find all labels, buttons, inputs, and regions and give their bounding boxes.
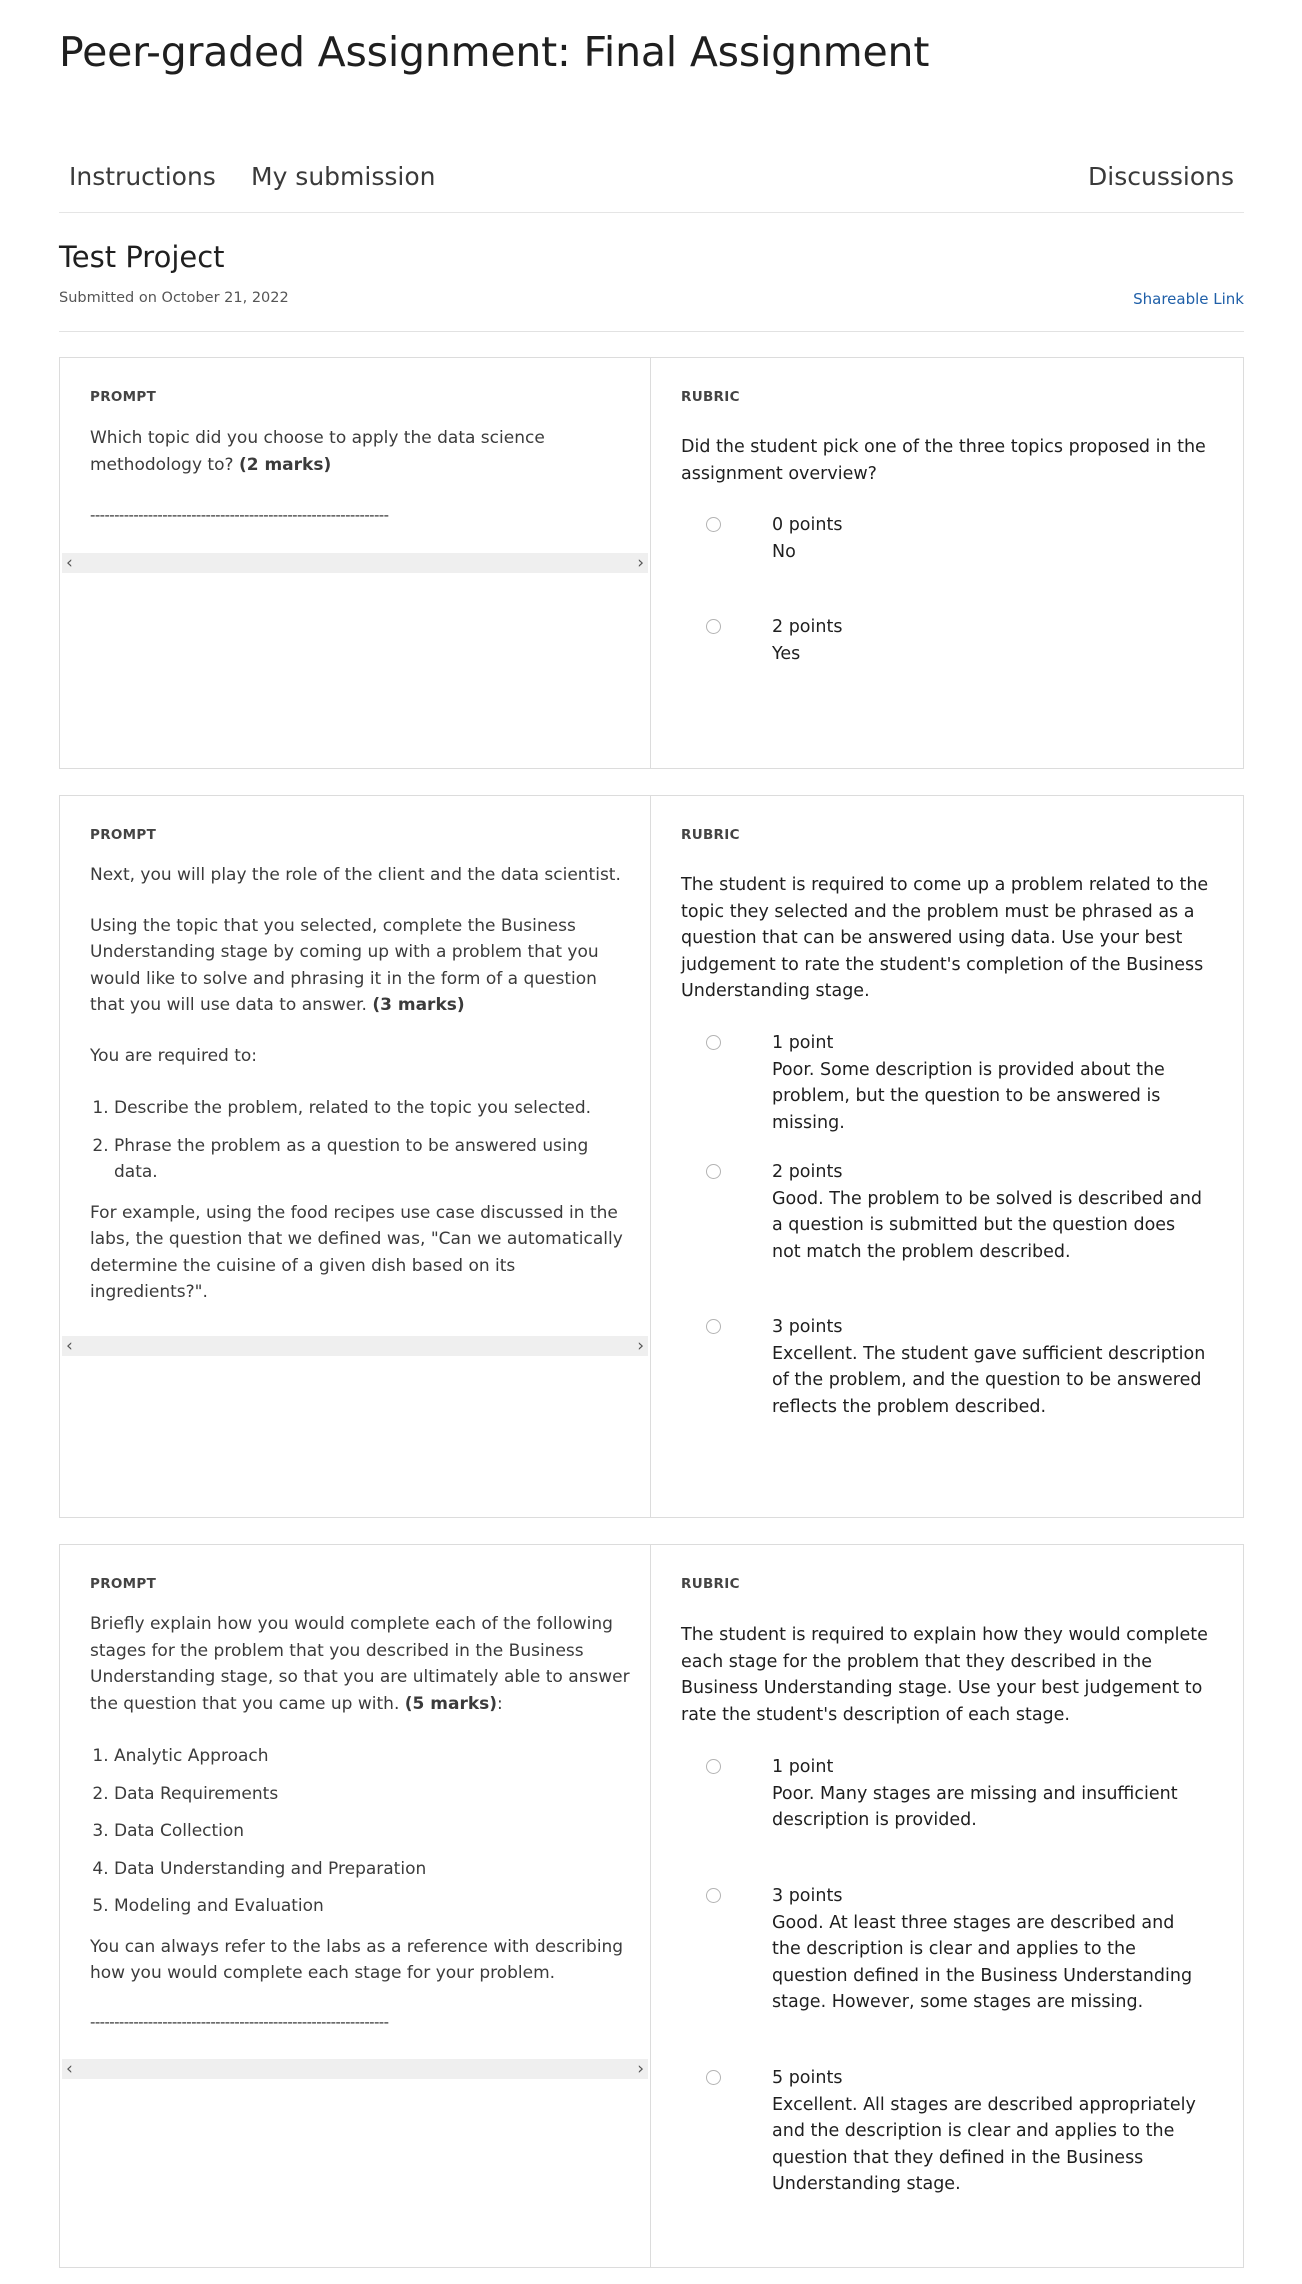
option-description: Excellent. All stages are described appr… xyxy=(772,2094,1196,2195)
option-description: Poor. Many stages are missing and insuff… xyxy=(772,1783,1178,1831)
option-points: 3 points xyxy=(772,1886,843,1906)
radio-button[interactable] xyxy=(706,1319,721,1334)
list-item: Data Understanding and Preparation xyxy=(114,1856,630,1883)
rubric-label: RUBRIC xyxy=(681,389,740,405)
prompt-body: Which topic did you choose to apply the … xyxy=(90,425,630,529)
option-points: 1 point xyxy=(772,1033,834,1053)
option-description: No xyxy=(772,541,796,562)
question-card-2: PROMPT Next, you will play the role of t… xyxy=(59,795,1244,1518)
prompt-label: PROMPT xyxy=(90,389,157,405)
page-title: Peer-graded Assignment: Final Assignment xyxy=(59,28,930,76)
radio-button[interactable] xyxy=(706,1888,721,1903)
prompt-column: PROMPT Which topic did you choose to app… xyxy=(60,358,651,768)
prompt-column: PROMPT Briefly explain how you would com… xyxy=(60,1545,651,2267)
tab-instructions[interactable]: Instructions xyxy=(69,162,216,191)
rubric-option-3-points[interactable]: 3 points Excellent. The student gave suff… xyxy=(706,1314,1206,1420)
scroll-left-arrow-icon[interactable]: ‹ xyxy=(66,553,73,573)
rubric-option-5-points[interactable]: 5 points Excellent. All stages are descri… xyxy=(706,2065,1206,2198)
scroll-left-arrow-icon[interactable]: ‹ xyxy=(66,2059,73,2079)
option-description: Excellent. The student gave sufficient d… xyxy=(772,1343,1206,1417)
list-item: Analytic Approach xyxy=(114,1743,630,1770)
option-description: Good. The problem to be solved is descri… xyxy=(772,1188,1203,1262)
rubric-question: The student is required to come up a pro… xyxy=(681,875,1209,1001)
prompt-paragraph: Which topic did you choose to apply the … xyxy=(90,428,545,475)
prompt-paragraph: You are required to: xyxy=(90,1045,258,1066)
radio-button[interactable] xyxy=(706,2070,721,2085)
question-card-1: PROMPT Which topic did you choose to app… xyxy=(59,357,1244,769)
prompt-list: Describe the problem, related to the top… xyxy=(114,1095,630,1186)
tab-discussions[interactable]: Discussions xyxy=(1088,162,1234,191)
shareable-link[interactable]: Shareable Link xyxy=(1133,290,1244,308)
list-item: Data Collection xyxy=(114,1818,630,1845)
list-item: Phrase the problem as a question to be a… xyxy=(114,1133,630,1186)
option-description: Poor. Some description is provided about… xyxy=(772,1059,1165,1133)
radio-button[interactable] xyxy=(706,1035,721,1050)
horizontal-scrollbar[interactable]: ‹ › xyxy=(62,2059,648,2079)
submitted-date: Submitted on October 21, 2022 xyxy=(59,290,289,306)
list-item: Modeling and Evaluation xyxy=(114,1893,630,1920)
horizontal-scrollbar[interactable]: ‹ › xyxy=(62,553,648,573)
rubric-column: RUBRIC The student is required to come u… xyxy=(651,796,1243,1517)
option-points: 0 points xyxy=(772,515,843,535)
option-description: Good. At least three stages are describe… xyxy=(772,1912,1193,2013)
rubric-label: RUBRIC xyxy=(681,1576,740,1592)
list-item: Describe the problem, related to the top… xyxy=(114,1095,630,1122)
header-divider xyxy=(59,331,1244,332)
submission-title: Test Project xyxy=(59,240,225,274)
rubric-option-1-point[interactable]: 1 point Poor. Some description is provide… xyxy=(706,1030,1206,1136)
rubric-column: RUBRIC The student is required to explai… xyxy=(651,1545,1243,2267)
scroll-left-arrow-icon[interactable]: ‹ xyxy=(66,1336,73,1356)
rubric-column: RUBRIC Did the student pick one of the t… xyxy=(651,358,1243,768)
rubric-question: Did the student pick one of the three to… xyxy=(681,437,1206,484)
prompt-paragraph: Next, you will play the role of the clie… xyxy=(90,865,621,885)
radio-button[interactable] xyxy=(706,1164,721,1179)
prompt-paragraph: Using the topic that you selected, compl… xyxy=(90,915,599,1016)
prompt-dashes: ----------------------------------------… xyxy=(90,506,389,524)
scroll-right-arrow-icon[interactable]: › xyxy=(637,2059,644,2079)
prompt-paragraph: Briefly explain how you would complete e… xyxy=(90,1614,630,1714)
prompt-list: Analytic Approach Data Requirements Data… xyxy=(114,1743,630,1920)
option-points: 1 point xyxy=(772,1757,834,1777)
prompt-paragraph: For example, using the food recipes use … xyxy=(90,1202,623,1303)
rubric-question: The student is required to explain how t… xyxy=(681,1625,1208,1725)
option-points: 2 points xyxy=(772,617,843,637)
rubric-option-0-points[interactable]: 0 points No xyxy=(706,512,1206,565)
horizontal-scrollbar[interactable]: ‹ › xyxy=(62,1336,648,1356)
radio-button[interactable] xyxy=(706,619,721,634)
tab-my-submission[interactable]: My submission xyxy=(251,162,436,191)
scroll-right-arrow-icon[interactable]: › xyxy=(637,553,644,573)
prompt-body: Briefly explain how you would complete e… xyxy=(90,1611,630,2035)
rubric-label: RUBRIC xyxy=(681,827,740,843)
radio-button[interactable] xyxy=(706,1759,721,1774)
prompt-paragraph: You can always refer to the labs as a re… xyxy=(90,1936,624,1984)
rubric-option-3-points[interactable]: 3 points Good. At least three stages are … xyxy=(706,1883,1206,2016)
tab-bar: Instructions My submission Discussions xyxy=(59,150,1244,213)
option-points: 5 points xyxy=(772,2068,843,2088)
option-description: Yes xyxy=(772,643,801,664)
prompt-body: Next, you will play the role of the clie… xyxy=(90,862,630,1354)
rubric-option-1-point[interactable]: 1 point Poor. Many stages are missing and… xyxy=(706,1754,1206,1834)
prompt-column: PROMPT Next, you will play the role of t… xyxy=(60,796,651,1517)
radio-button[interactable] xyxy=(706,517,721,532)
prompt-label: PROMPT xyxy=(90,1576,157,1592)
question-card-3: PROMPT Briefly explain how you would com… xyxy=(59,1544,1244,2268)
rubric-option-2-points[interactable]: 2 points Yes xyxy=(706,614,1206,667)
list-item: Data Requirements xyxy=(114,1781,630,1808)
prompt-dashes: ----------------------------------------… xyxy=(90,2012,389,2031)
option-points: 2 points xyxy=(772,1162,843,1182)
scroll-right-arrow-icon[interactable]: › xyxy=(637,1336,644,1356)
option-points: 3 points xyxy=(772,1317,843,1337)
rubric-option-2-points[interactable]: 2 points Good. The problem to be solved i… xyxy=(706,1159,1206,1265)
prompt-label: PROMPT xyxy=(90,827,157,843)
